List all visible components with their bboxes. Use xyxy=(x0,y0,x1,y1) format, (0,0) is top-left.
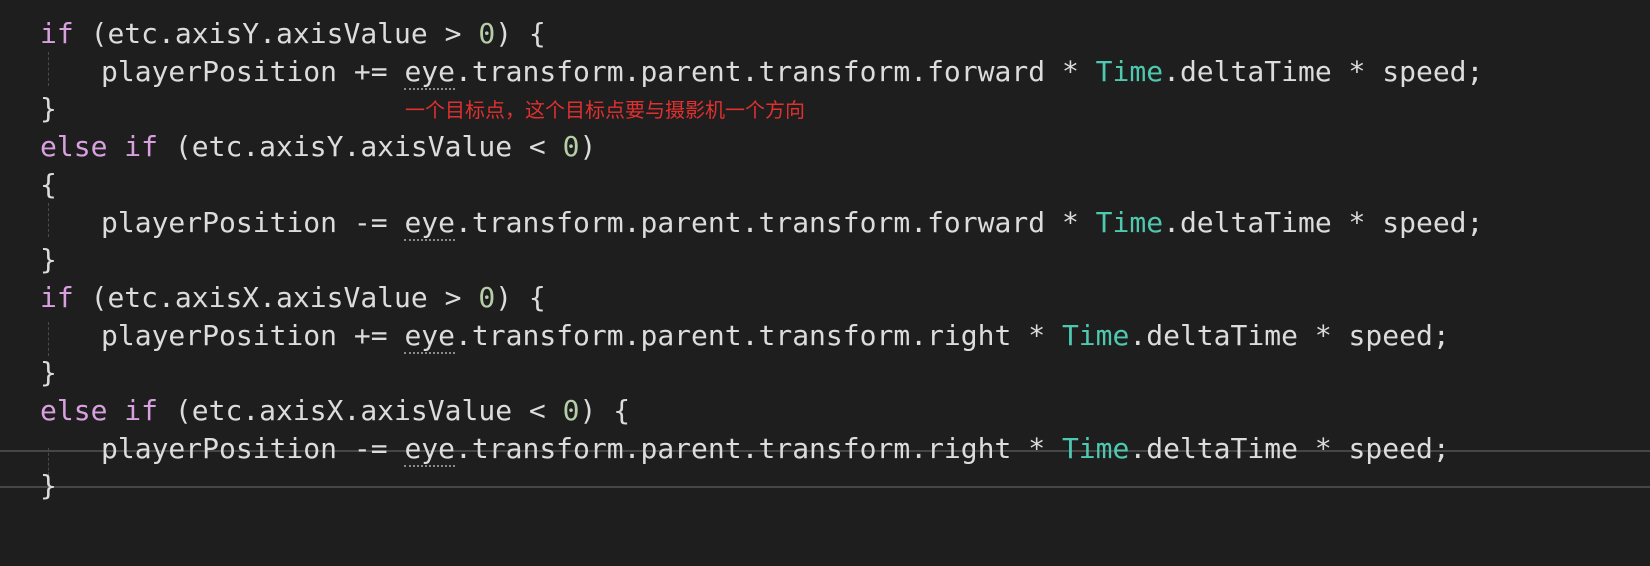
code-line-13[interactable]: } xyxy=(40,466,57,506)
code-line-6[interactable]: playerPosition -= eye.transform.parent.t… xyxy=(101,203,1483,243)
identifier-eye: eye xyxy=(404,432,456,467)
identifier-eye: eye xyxy=(404,55,456,90)
code-line-11[interactable]: else if (etc.axisX.axisValue < 0) { xyxy=(40,391,630,431)
number-literal: 0 xyxy=(478,17,496,50)
identifier-eye: eye xyxy=(404,319,456,354)
identifier-axisValue: axisValue xyxy=(276,17,428,50)
annotation-comment: 一个目标点，这个目标点要与摄影机一个方向 xyxy=(405,98,805,122)
code-line-4[interactable]: else if (etc.axisY.axisValue < 0) xyxy=(40,127,596,167)
type-Time: Time xyxy=(1095,55,1164,88)
identifier-playerPosition: playerPosition xyxy=(101,55,338,88)
code-line-2[interactable]: playerPosition += eye.transform.parent.t… xyxy=(101,52,1483,92)
code-line-3[interactable]: } xyxy=(40,89,57,129)
indent-guide xyxy=(48,203,49,237)
code-line-1[interactable]: if (etc.axisY.axisValue > 0) { xyxy=(40,14,546,54)
code-line-5[interactable]: { xyxy=(40,165,57,205)
code-line-12[interactable]: playerPosition -= eye.transform.parent.t… xyxy=(101,429,1450,469)
identifier-eye: eye xyxy=(404,206,456,241)
code-line-8[interactable]: if (etc.axisX.axisValue > 0) { xyxy=(40,278,546,318)
indent-guide xyxy=(48,52,49,86)
code-line-10[interactable]: } xyxy=(40,353,57,393)
identifier-axisY: axisY xyxy=(174,17,260,50)
indent-guide xyxy=(48,322,49,356)
identifier-etc: etc xyxy=(107,17,159,50)
keyword-else: else xyxy=(40,130,108,163)
code-editor[interactable]: if (etc.axisY.axisValue > 0) { playerPos… xyxy=(0,0,1650,566)
identifier-axisX: axisX xyxy=(174,281,260,314)
keyword-if: if xyxy=(124,130,159,163)
keyword-if: if xyxy=(40,17,74,50)
code-line-7[interactable]: } xyxy=(40,240,57,280)
code-line-9[interactable]: playerPosition += eye.transform.parent.t… xyxy=(101,316,1450,356)
